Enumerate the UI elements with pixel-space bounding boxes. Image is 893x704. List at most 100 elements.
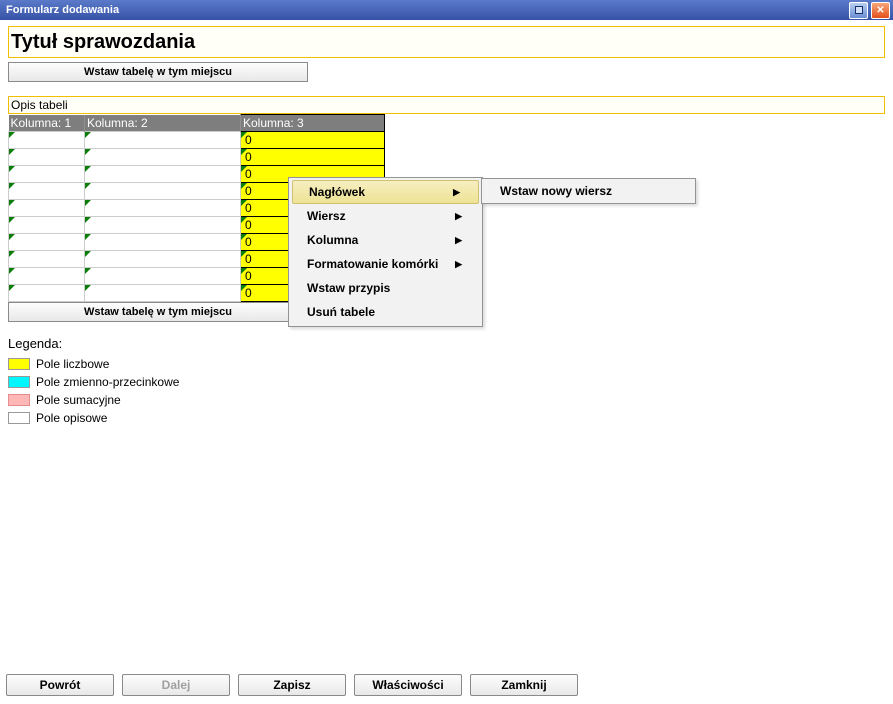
legend-row: Pole opisowe [8, 409, 885, 427]
table-cell[interactable]: 0 [241, 132, 385, 149]
chevron-right-icon: ▶ [455, 211, 462, 222]
maximize-button[interactable] [849, 2, 868, 19]
submenu-insert-row[interactable]: Wstaw nowy wiersz [484, 181, 693, 201]
table-cell[interactable] [9, 251, 85, 268]
cell-marker-icon [85, 200, 91, 206]
cell-marker-icon [241, 149, 247, 155]
close-button[interactable]: Zamknij [470, 674, 578, 696]
table-cell[interactable] [9, 166, 85, 183]
cell-marker-icon [241, 268, 247, 274]
table-cell[interactable] [9, 285, 85, 302]
table-row[interactable]: 0 [9, 132, 385, 149]
legend-swatch [8, 376, 30, 388]
cell-marker-icon [9, 234, 15, 240]
cell-marker-icon [85, 217, 91, 223]
table-cell[interactable] [85, 149, 241, 166]
cell-marker-icon [85, 149, 91, 155]
legend-title: Legenda: [8, 336, 885, 351]
cell-marker-icon [9, 183, 15, 189]
insert-table-button-bottom[interactable]: Wstaw tabelę w tym miejscu [8, 302, 308, 322]
legend-label: Pole liczbowe [36, 357, 109, 371]
legend-label: Pole sumacyjne [36, 393, 121, 407]
column-header-1[interactable]: Kolumna: 1 [9, 115, 85, 132]
table-cell[interactable] [85, 251, 241, 268]
cell-marker-icon [241, 285, 247, 291]
legend-row: Pole zmienno-przecinkowe [8, 373, 885, 391]
cell-marker-icon [241, 217, 247, 223]
table-description-input[interactable] [9, 98, 884, 112]
save-button[interactable]: Zapisz [238, 674, 346, 696]
ctx-item-naglowek[interactable]: Nagłówek ▶ [292, 180, 479, 204]
cell-marker-icon [85, 285, 91, 291]
properties-button[interactable]: Właściwości [354, 674, 462, 696]
table-cell[interactable] [85, 234, 241, 251]
ctx-label: Formatowanie komórki [307, 257, 438, 271]
legend-row: Pole liczbowe [8, 355, 885, 373]
legend-label: Pole opisowe [36, 411, 107, 425]
ctx-label: Wiersz [307, 209, 346, 223]
back-button[interactable]: Powrót [6, 674, 114, 696]
ctx-label: Wstaw przypis [307, 281, 390, 295]
ctx-item-formatowanie[interactable]: Formatowanie komórki ▶ [291, 252, 480, 276]
chevron-right-icon: ▶ [453, 187, 460, 198]
cell-marker-icon [241, 234, 247, 240]
insert-table-button-top[interactable]: Wstaw tabelę w tym miejscu [8, 62, 308, 82]
submenu-label: Wstaw nowy wiersz [500, 184, 612, 198]
ctx-label: Usuń tabele [307, 305, 375, 319]
context-submenu: Wstaw nowy wiersz [481, 178, 696, 204]
chevron-right-icon: ▶ [455, 259, 462, 270]
cell-marker-icon [85, 183, 91, 189]
table-description-field[interactable] [8, 96, 885, 114]
table-row[interactable]: 0 [9, 149, 385, 166]
next-button[interactable]: Dalej [122, 674, 230, 696]
ctx-item-wiersz[interactable]: Wiersz ▶ [291, 204, 480, 228]
close-window-button[interactable]: ✕ [871, 2, 890, 19]
cell-marker-icon [241, 132, 247, 138]
window-controls: ✕ [849, 2, 890, 19]
cell-marker-icon [9, 268, 15, 274]
cell-marker-icon [241, 166, 247, 172]
column-header-2[interactable]: Kolumna: 2 [85, 115, 241, 132]
table-cell[interactable] [85, 285, 241, 302]
cell-marker-icon [85, 268, 91, 274]
table-cell[interactable] [9, 268, 85, 285]
table-cell[interactable] [85, 132, 241, 149]
table-cell[interactable] [9, 149, 85, 166]
cell-marker-icon [9, 285, 15, 291]
legend-label: Pole zmienno-przecinkowe [36, 375, 179, 389]
cell-marker-icon [9, 200, 15, 206]
table-cell[interactable] [85, 217, 241, 234]
table-cell[interactable] [9, 217, 85, 234]
column-header-3[interactable]: Kolumna: 3 [241, 115, 385, 132]
titlebar: Formularz dodawania ✕ [0, 0, 893, 20]
report-title-input[interactable] [9, 31, 884, 54]
table-cell[interactable] [85, 166, 241, 183]
cell-marker-icon [85, 234, 91, 240]
ctx-item-kolumna[interactable]: Kolumna ▶ [291, 228, 480, 252]
cell-marker-icon [9, 166, 15, 172]
cell-marker-icon [9, 251, 15, 257]
ctx-item-wstaw-przypis[interactable]: Wstaw przypis [291, 276, 480, 300]
report-title-field[interactable] [8, 26, 885, 58]
cell-marker-icon [241, 251, 247, 257]
ctx-label: Kolumna [307, 233, 358, 247]
legend-swatch [8, 394, 30, 406]
table-cell[interactable] [9, 183, 85, 200]
cell-marker-icon [9, 132, 15, 138]
cell-marker-icon [9, 217, 15, 223]
table-cell[interactable] [85, 183, 241, 200]
ctx-item-usun-tabele[interactable]: Usuń tabele [291, 300, 480, 324]
chevron-right-icon: ▶ [455, 235, 462, 246]
table-cell[interactable] [9, 132, 85, 149]
legend-row: Pole sumacyjne [8, 391, 885, 409]
cell-marker-icon [241, 200, 247, 206]
table-cell[interactable] [9, 234, 85, 251]
bottom-bar: Powrót Dalej Zapisz Właściwości Zamknij [6, 674, 578, 696]
cell-marker-icon [241, 183, 247, 189]
table-cell[interactable] [9, 200, 85, 217]
table-cell[interactable] [85, 200, 241, 217]
table-cell[interactable]: 0 [241, 149, 385, 166]
cell-marker-icon [85, 251, 91, 257]
table-cell[interactable] [85, 268, 241, 285]
window-title: Formularz dodawania [6, 4, 119, 16]
